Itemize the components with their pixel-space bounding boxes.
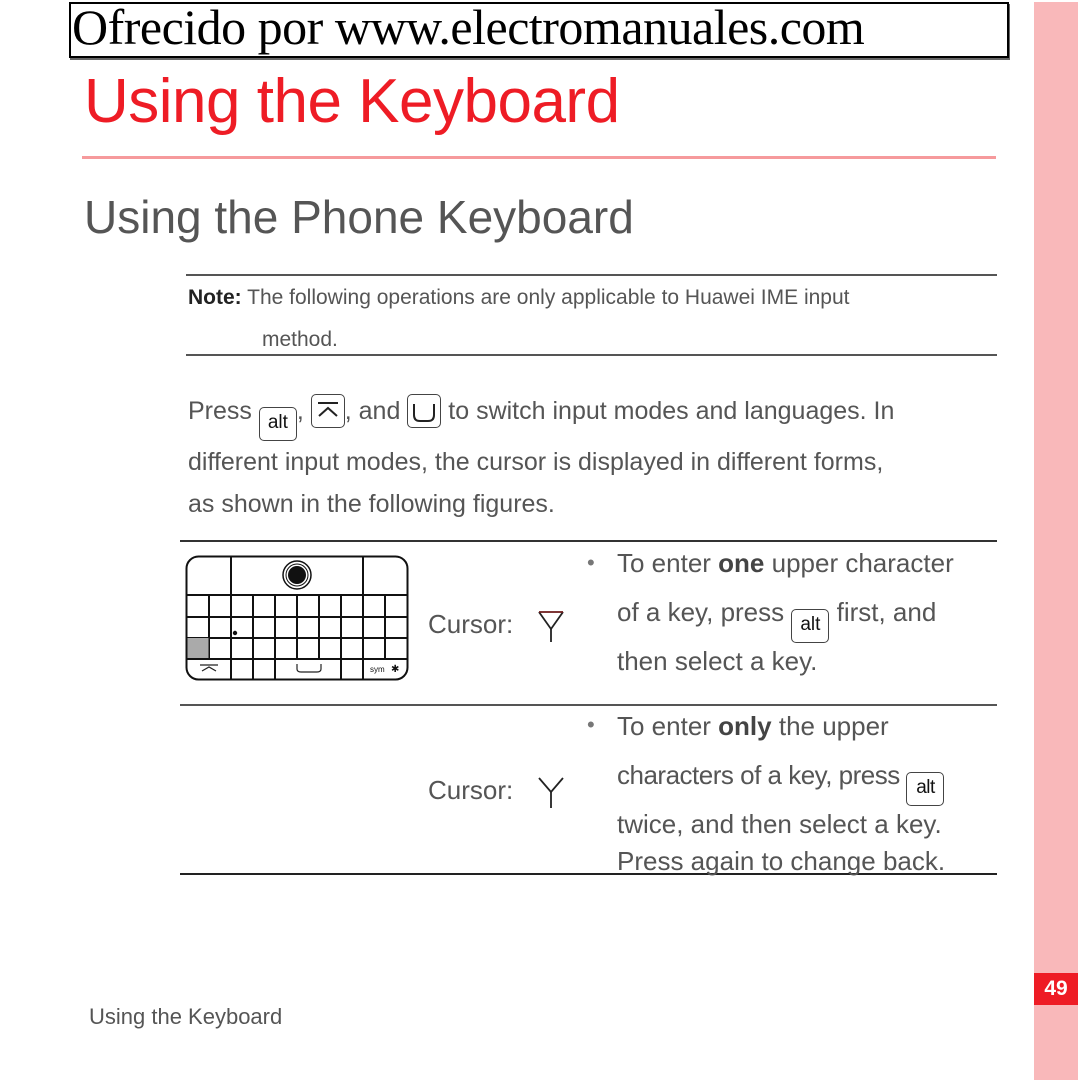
chapter-divider <box>82 156 996 159</box>
row1-text-c: of a key, press <box>617 597 792 627</box>
note-bottom-rule <box>186 354 997 356</box>
row1-text-d: first, and <box>829 597 937 627</box>
bullet-2: • <box>587 712 595 737</box>
chapter-title: Using the Keyboard <box>84 67 620 136</box>
row1-text-e: then select a key. <box>617 646 818 676</box>
row1-emphasis: one <box>718 548 765 578</box>
cursor-label-2: Cursor: <box>428 775 514 805</box>
row1-text-a: To enter <box>617 548 719 578</box>
intro-text-line3: as shown in the following figures. <box>188 490 555 518</box>
row2-text-e: Press again to change back. <box>617 846 946 876</box>
cursor-all-upper-icon <box>538 777 564 808</box>
note-text-line1: The following operations are only applic… <box>247 286 850 309</box>
row1-description: To enter one upper character of a key, p… <box>617 545 997 680</box>
note-label: Note: <box>188 286 242 309</box>
page-number: 49 <box>1034 973 1078 1005</box>
alt-key-icon: alt <box>258 407 297 441</box>
row1-text-b: upper character <box>764 548 954 578</box>
cursor-one-upper-icon <box>538 611 564 642</box>
bullet-1: • <box>587 550 595 575</box>
intro-text-line2: different input modes, the cursor is dis… <box>188 448 884 476</box>
row2-text-d: twice, and then select a key. <box>617 809 942 839</box>
banner-text: Ofrecido por www.electromanuales.com <box>72 0 865 55</box>
note-top-rule <box>186 274 997 276</box>
footer-section-label: Using the Keyboard <box>89 1004 283 1029</box>
table-mid-rule <box>180 704 997 706</box>
row2-text-b: the upper <box>771 711 889 741</box>
sym-key-label: sym <box>370 665 385 674</box>
side-tab-strip <box>1034 2 1078 1080</box>
intro-paragraph: Press alt, , and to switch input modes a… <box>188 390 1000 525</box>
keyboard-illustration: sym ✱ <box>185 555 409 681</box>
cursor-label-1: Cursor: <box>428 609 514 639</box>
row2-text-a: To enter <box>617 711 719 741</box>
note-box: Note: The following operations are only … <box>188 277 998 361</box>
row2-emphasis: only <box>718 711 772 741</box>
table-top-rule <box>180 540 997 542</box>
alt-key-icon: alt <box>906 772 945 806</box>
space-key-icon <box>407 394 442 428</box>
svg-text:✱: ✱ <box>391 664 399 675</box>
intro-text-line1: to switch input modes and languages. In <box>448 397 895 425</box>
row2-description: To enter only the upper characters of a … <box>617 708 1007 880</box>
shift-key-icon <box>310 394 345 428</box>
intro-press: Press <box>188 397 252 425</box>
row2-text-c: characters of a key, press <box>617 760 907 790</box>
intro-and: , and <box>344 397 401 425</box>
intro-comma: , <box>296 397 304 425</box>
section-title: Using the Phone Keyboard <box>84 191 634 243</box>
alt-key-icon: alt <box>791 609 830 643</box>
